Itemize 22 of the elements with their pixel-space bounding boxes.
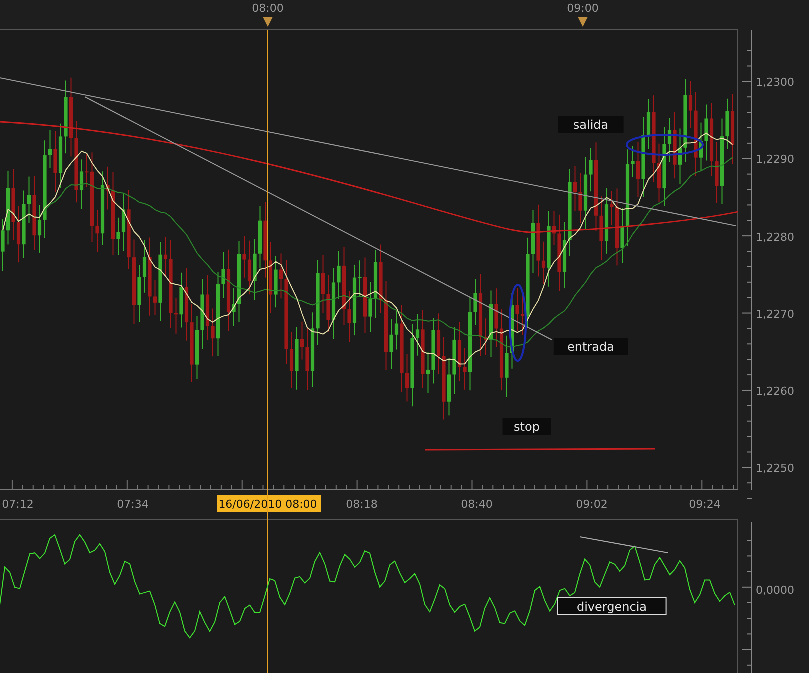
time-label: 09:02: [576, 498, 608, 511]
oscillator-value-label: 0,0000: [756, 584, 794, 597]
time-label: 08:18: [346, 498, 378, 511]
annotation-label: entrada: [554, 338, 628, 355]
time-label: 07:34: [117, 498, 149, 511]
time-label: 08:00: [252, 2, 284, 15]
annotation-label: salida: [558, 116, 624, 133]
annotation-label: divergencia: [557, 598, 667, 616]
time-label: 09:24: [689, 498, 721, 511]
price-label: 1,2300: [756, 76, 794, 89]
price-label: 1,2270: [756, 308, 794, 321]
marker-icon: [578, 17, 588, 27]
marker-icon: [263, 17, 273, 27]
annotation-label: stop: [502, 418, 552, 435]
price-label: 1,2280: [756, 231, 794, 244]
price-label: 1,2290: [756, 153, 794, 166]
cursor-date-label: 16/06/2010 08:00: [217, 495, 321, 512]
time-label: 07:12: [2, 498, 34, 511]
price-label: 1,2250: [756, 462, 794, 475]
time-label: 09:00: [567, 2, 599, 15]
time-label: 08:40: [461, 498, 493, 511]
price-label: 1,2260: [756, 385, 794, 398]
